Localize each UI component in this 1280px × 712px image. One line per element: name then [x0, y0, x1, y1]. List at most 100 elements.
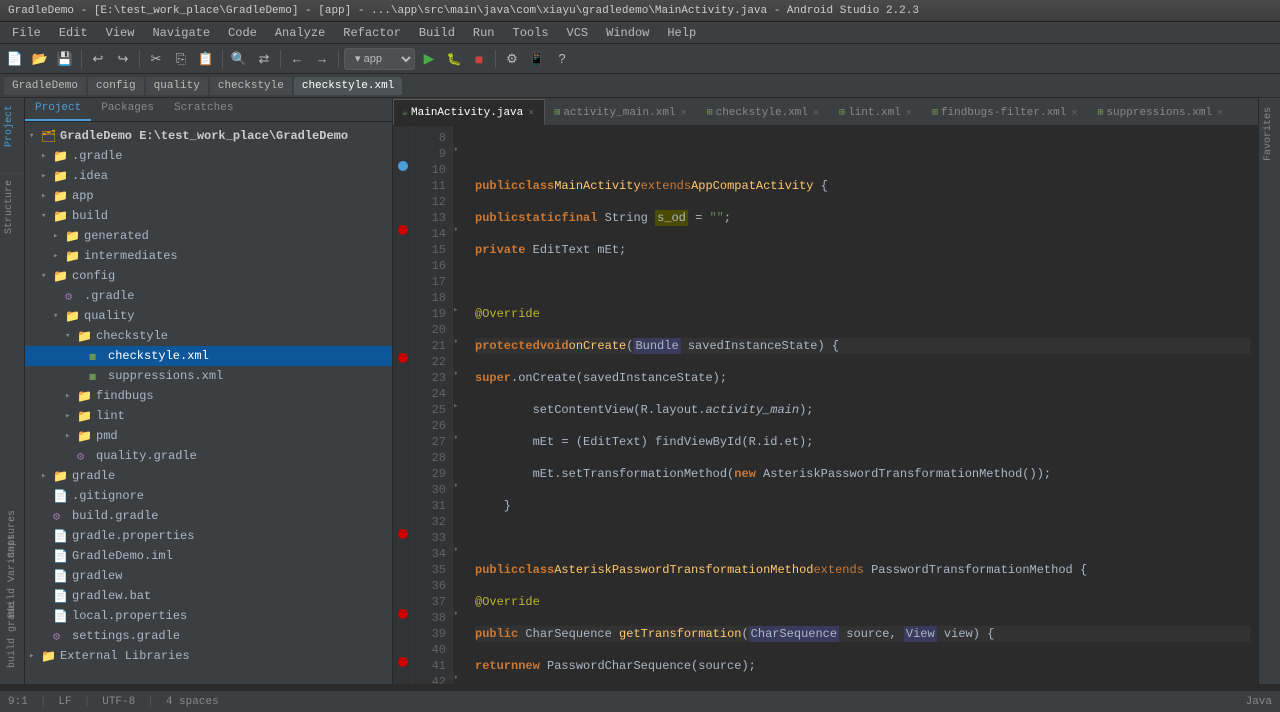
menu-tools[interactable]: Tools	[505, 24, 557, 42]
menu-navigate[interactable]: Navigate	[144, 24, 218, 42]
code-line-17: mEt = (EditText) findViewById(R.id.et);	[475, 434, 1250, 450]
editor-tab-checkstyle-close[interactable]: ✕	[811, 107, 821, 119]
code-editor[interactable]: public class MainActivity extends AppCom…	[467, 126, 1258, 684]
tree-config-gradle[interactable]: ⚙ .gradle	[25, 286, 392, 306]
tree-settings-gradle[interactable]: ⚙ settings.gradle	[25, 626, 392, 646]
editor-tab-lint[interactable]: ⊞ lint.xml ✕	[830, 99, 923, 125]
editor-tab-suppressions[interactable]: ⊞ suppressions.xml ✕	[1088, 99, 1234, 125]
menu-file[interactable]: File	[4, 24, 49, 42]
tree-quality-gradle[interactable]: ⚙ quality.gradle	[25, 446, 392, 466]
code-line-9: public class MainActivity extends AppCom…	[475, 178, 1250, 194]
code-line-8	[475, 146, 1250, 162]
menu-edit[interactable]: Edit	[51, 24, 96, 42]
tree-gradle-dir[interactable]: ▸ 📁 .gradle	[25, 146, 392, 166]
run-btn[interactable]: ▶	[418, 48, 440, 70]
sidebar-tab-scratches[interactable]: Scratches	[164, 98, 243, 121]
tree-generated-dir[interactable]: ▸ 📁 generated	[25, 226, 392, 246]
editor-tab-activity-main-label: activity_main.xml	[563, 107, 675, 119]
tree-idea-dir[interactable]: ▸ 📁 .idea	[25, 166, 392, 186]
app-selector[interactable]: ▾ app	[344, 48, 415, 70]
toolbar-new-btn[interactable]: 📄	[4, 48, 26, 70]
tree-local-props[interactable]: 📄 local.properties	[25, 606, 392, 626]
tree-lint-dir[interactable]: ▸ 📁 lint	[25, 406, 392, 426]
toolbar-sep-1	[81, 50, 82, 68]
tree-findbugs-dir[interactable]: ▸ 📁 findbugs	[25, 386, 392, 406]
tree-root[interactable]: ▾ 🗂 GradleDemo E:\test_work_place\Gradle…	[25, 126, 392, 146]
project-panel-btn[interactable]: Project	[0, 98, 24, 153]
toolbar-sep-2	[139, 50, 140, 68]
menu-window[interactable]: Window	[598, 24, 657, 42]
left-side-panel: Project Structure Captures Build Variant…	[0, 98, 25, 684]
editor-tab-lint-close[interactable]: ✕	[904, 107, 914, 119]
editor-tab-mainactivity-label: MainActivity.java	[411, 107, 523, 119]
tree-suppressions-xml[interactable]: ◼ suppressions.xml	[25, 366, 392, 386]
editor-tab-mainactivity-close[interactable]: ✕	[526, 107, 536, 119]
code-line-13: @Override	[475, 306, 1250, 322]
toolbar-back-btn[interactable]: ←	[286, 48, 308, 70]
toolbar: 📄 📂 💾 ↩ ↪ ✂ ⎘ 📋 🔍 ⇄ ← → ▾ app ▶ 🐛 ■ ⚙ 📱 …	[0, 44, 1280, 74]
nav-tab-checkstyle-xml[interactable]: checkstyle.xml	[294, 77, 402, 95]
tree-build-dir[interactable]: ▾ 📁 build	[25, 206, 392, 226]
stop-btn[interactable]: ■	[468, 48, 490, 70]
editor-tab-findbugs[interactable]: ⊞ findbugs-filter.xml ✕	[923, 99, 1088, 125]
toolbar-open-btn[interactable]: 📂	[29, 48, 51, 70]
toolbar-copy-btn[interactable]: ⎘	[170, 48, 192, 70]
editor-area: ☕ MainActivity.java ✕ ⊞ activity_main.xm…	[393, 98, 1258, 684]
menu-refactor[interactable]: Refactor	[335, 24, 409, 42]
status-encoding: UTF-8	[102, 696, 135, 708]
tree-checkstyle-dir[interactable]: ▾ 📁 checkstyle	[25, 326, 392, 346]
editor-tab-suppressions-close[interactable]: ✕	[1215, 107, 1225, 119]
menu-code[interactable]: Code	[220, 24, 265, 42]
sidebar-tab-project[interactable]: Project	[25, 98, 91, 121]
toolbar-sdk-btn[interactable]: ⚙	[501, 48, 523, 70]
structure-panel-btn[interactable]: Structure	[0, 173, 24, 240]
toolbar-paste-btn[interactable]: 📋	[195, 48, 217, 70]
toolbar-fwd-btn[interactable]: →	[311, 48, 333, 70]
editor-tab-findbugs-close[interactable]: ✕	[1069, 107, 1079, 119]
nav-tab-config[interactable]: config	[88, 77, 144, 95]
nav-tab-checkstyle[interactable]: checkstyle	[210, 77, 292, 95]
tree-gradledemo-iml[interactable]: 📄 GradleDemo.iml	[25, 546, 392, 566]
editor-tab-checkstyle[interactable]: ⊞ checkstyle.xml ✕	[698, 99, 830, 125]
toolbar-find-btn[interactable]: 🔍	[228, 48, 250, 70]
tree-external-libs[interactable]: ▸ 📁 External Libraries	[25, 646, 392, 666]
tree-app-dir[interactable]: ▸ 📁 app	[25, 186, 392, 206]
editor-tab-activity-main-close[interactable]: ✕	[679, 107, 689, 119]
tree-gradle-props[interactable]: 📄 gradle.properties	[25, 526, 392, 546]
menu-help[interactable]: Help	[659, 24, 704, 42]
editor-tab-mainactivity[interactable]: ☕ MainActivity.java ✕	[393, 99, 545, 125]
menu-run[interactable]: Run	[465, 24, 503, 42]
debug-btn[interactable]: 🐛	[443, 48, 465, 70]
editor-tab-activity-main[interactable]: ⊞ activity_main.xml ✕	[545, 99, 697, 125]
tree-pmd-dir[interactable]: ▸ 📁 pmd	[25, 426, 392, 446]
tree-intermediates-dir[interactable]: ▸ 📁 intermediates	[25, 246, 392, 266]
toolbar-replace-btn[interactable]: ⇄	[253, 48, 275, 70]
tree-config-dir[interactable]: ▾ 📁 config	[25, 266, 392, 286]
toolbar-save-btn[interactable]: 💾	[54, 48, 76, 70]
toolbar-cut-btn[interactable]: ✂	[145, 48, 167, 70]
menu-build[interactable]: Build	[411, 24, 463, 42]
menu-view[interactable]: View	[98, 24, 143, 42]
toolbar-help2-btn[interactable]: ?	[551, 48, 573, 70]
toolbar-undo-btn[interactable]: ↩	[87, 48, 109, 70]
nav-tab-quality[interactable]: quality	[146, 77, 208, 95]
menu-analyze[interactable]: Analyze	[267, 24, 333, 42]
tree-checkstyle-xml[interactable]: ◼ checkstyle.xml	[25, 346, 392, 366]
editor-tabs: ☕ MainActivity.java ✕ ⊞ activity_main.xm…	[393, 98, 1258, 126]
favorites-panel-btn[interactable]: Favorites	[1259, 98, 1280, 169]
sidebar: Project Packages Scratches ▾ 🗂 GradleDem…	[25, 98, 393, 684]
sidebar-tab-packages[interactable]: Packages	[91, 98, 164, 121]
tree-gradlew-bat[interactable]: 📄 gradlew.bat	[25, 586, 392, 606]
tree-quality-dir[interactable]: ▾ 📁 quality	[25, 306, 392, 326]
toolbar-avd-btn[interactable]: 📱	[526, 48, 548, 70]
nav-tab-gradledemo[interactable]: GradleDemo	[4, 77, 86, 95]
tree-build-gradle[interactable]: ⚙ build.gradle	[25, 506, 392, 526]
toolbar-redo-btn[interactable]: ↪	[112, 48, 134, 70]
tree-gitignore[interactable]: 📄 .gitignore	[25, 486, 392, 506]
tree-gradle-dir2[interactable]: ▸ 📁 gradle	[25, 466, 392, 486]
tree-gradlew[interactable]: 📄 gradlew	[25, 566, 392, 586]
editor-tab-checkstyle-label: checkstyle.xml	[716, 107, 808, 119]
code-line-23: public CharSequence getTransformation(Ch…	[475, 626, 1250, 642]
menu-vcs[interactable]: VCS	[559, 24, 597, 42]
build-grade-label[interactable]: build grade	[3, 596, 22, 674]
